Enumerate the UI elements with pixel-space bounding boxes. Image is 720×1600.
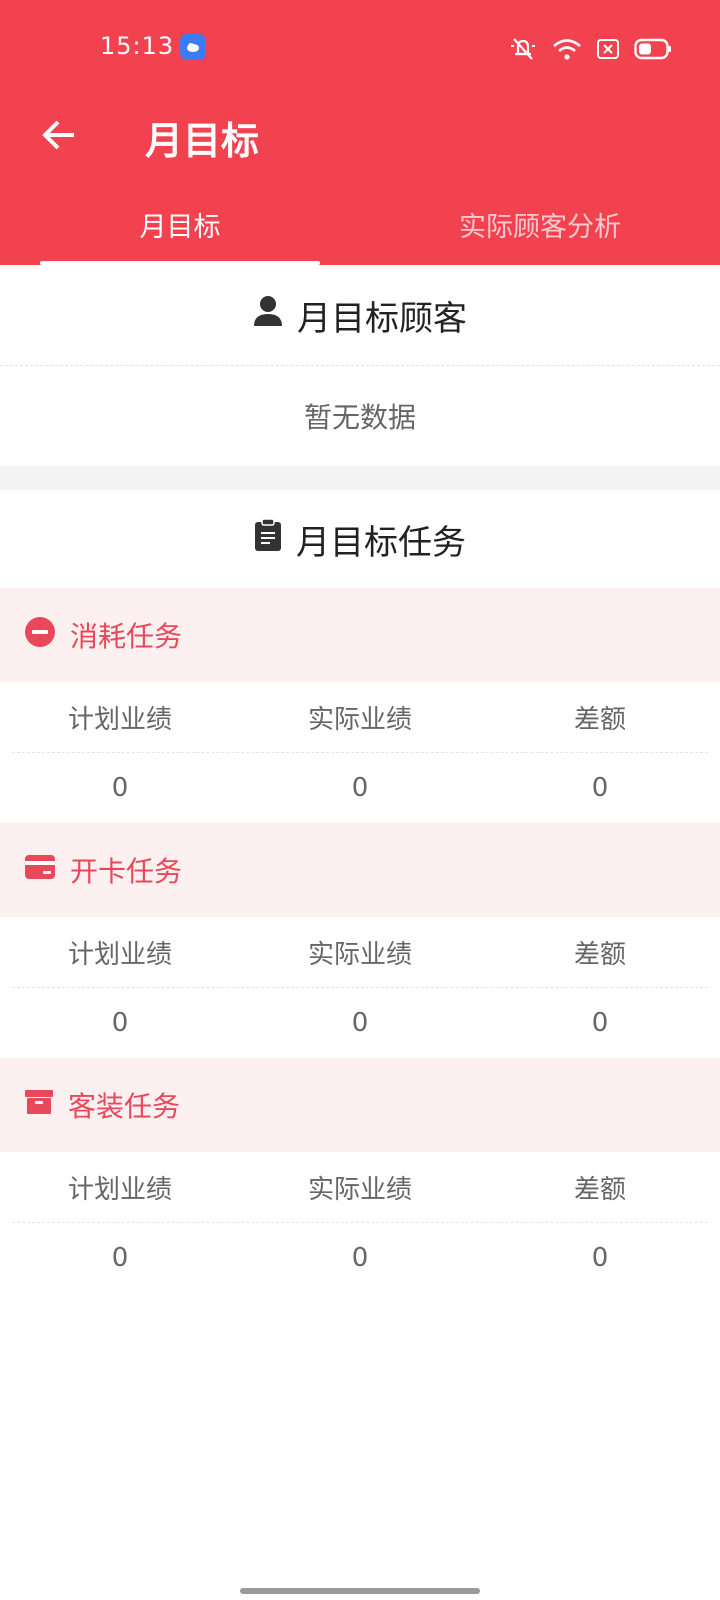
column-actual: 实际业绩	[307, 704, 412, 735]
section-gap	[0, 466, 720, 490]
task-name: 消耗任务	[70, 620, 183, 653]
customers-title: 月目标顾客	[297, 298, 467, 339]
status-bar: 15:13	[0, 0, 720, 96]
column-planned: 计划业绩	[67, 939, 172, 970]
value-difference: 0	[591, 1008, 609, 1038]
wifi-icon	[552, 37, 582, 61]
tasks-card: 月目标任务 消耗任务 计划业绩 实际业绩 差额 0 0 0 开卡任务 计划业绩 …	[0, 490, 720, 1293]
box-icon	[24, 1089, 54, 1122]
minus-circle-icon	[24, 616, 56, 655]
task-values-row: 0 0 0	[0, 988, 720, 1058]
customers-header: 月目标顾客	[0, 265, 720, 365]
back-button[interactable]	[34, 110, 84, 160]
empty-state-text: 暂无数据	[303, 401, 416, 434]
sim-icon	[596, 38, 620, 60]
task-columns-row: 计划业绩 实际业绩 差额	[0, 917, 720, 987]
value-actual: 0	[351, 773, 369, 803]
task-product-package: 客装任务 计划业绩 实际业绩 差额 0 0 0	[0, 1058, 720, 1293]
card-icon	[24, 854, 56, 887]
column-planned: 计划业绩	[67, 1174, 172, 1205]
value-planned: 0	[111, 773, 129, 803]
tab-bar: 月目标 实际顾客分析	[0, 200, 720, 265]
column-planned: 计划业绩	[67, 704, 172, 735]
task-card-opening: 开卡任务 计划业绩 实际业绩 差额 0 0 0	[0, 823, 720, 1058]
task-values-row: 0 0 0	[0, 1223, 720, 1293]
page-title: 月目标	[145, 119, 260, 163]
column-actual: 实际业绩	[307, 1174, 412, 1205]
tasks-title: 月目标任务	[296, 522, 466, 563]
column-difference: 差额	[573, 704, 626, 735]
task-columns-row: 计划业绩 实际业绩 差额	[0, 1152, 720, 1222]
tasks-header: 月目标任务	[0, 490, 720, 588]
column-difference: 差额	[573, 939, 626, 970]
tab-label: 实际顾客分析	[459, 212, 621, 243]
task-header: 客装任务	[0, 1058, 720, 1152]
task-values-row: 0 0 0	[0, 753, 720, 823]
tab-label: 月目标	[139, 212, 221, 243]
clipboard-icon	[254, 517, 282, 561]
column-actual: 实际业绩	[307, 939, 412, 970]
task-header: 开卡任务	[0, 823, 720, 917]
value-difference: 0	[591, 773, 609, 803]
value-actual: 0	[351, 1243, 369, 1273]
tab-actual-customer-analysis[interactable]: 实际顾客分析	[360, 200, 720, 265]
arrow-left-icon	[42, 120, 74, 150]
user-icon	[253, 295, 283, 336]
customers-card: 月目标顾客 暂无数据	[0, 265, 720, 466]
mute-bell-icon	[508, 36, 538, 62]
task-name: 客装任务	[68, 1090, 181, 1123]
cloud-icon	[180, 34, 206, 60]
task-header: 消耗任务	[0, 588, 720, 682]
tab-monthly-target[interactable]: 月目标	[0, 200, 360, 265]
battery-icon	[634, 38, 672, 60]
value-difference: 0	[591, 1243, 609, 1273]
value-planned: 0	[111, 1008, 129, 1038]
home-indicator[interactable]	[240, 1588, 480, 1594]
value-actual: 0	[351, 1008, 369, 1038]
task-columns-row: 计划业绩 实际业绩 差额	[0, 682, 720, 752]
task-consumption: 消耗任务 计划业绩 实际业绩 差额 0 0 0	[0, 588, 720, 823]
value-planned: 0	[111, 1243, 129, 1273]
status-time: 15:13	[100, 32, 175, 60]
column-difference: 差额	[573, 1174, 626, 1205]
task-name: 开卡任务	[70, 855, 183, 888]
app-header: 15:13 月目标 月目标 实际顾客分析	[0, 0, 720, 265]
